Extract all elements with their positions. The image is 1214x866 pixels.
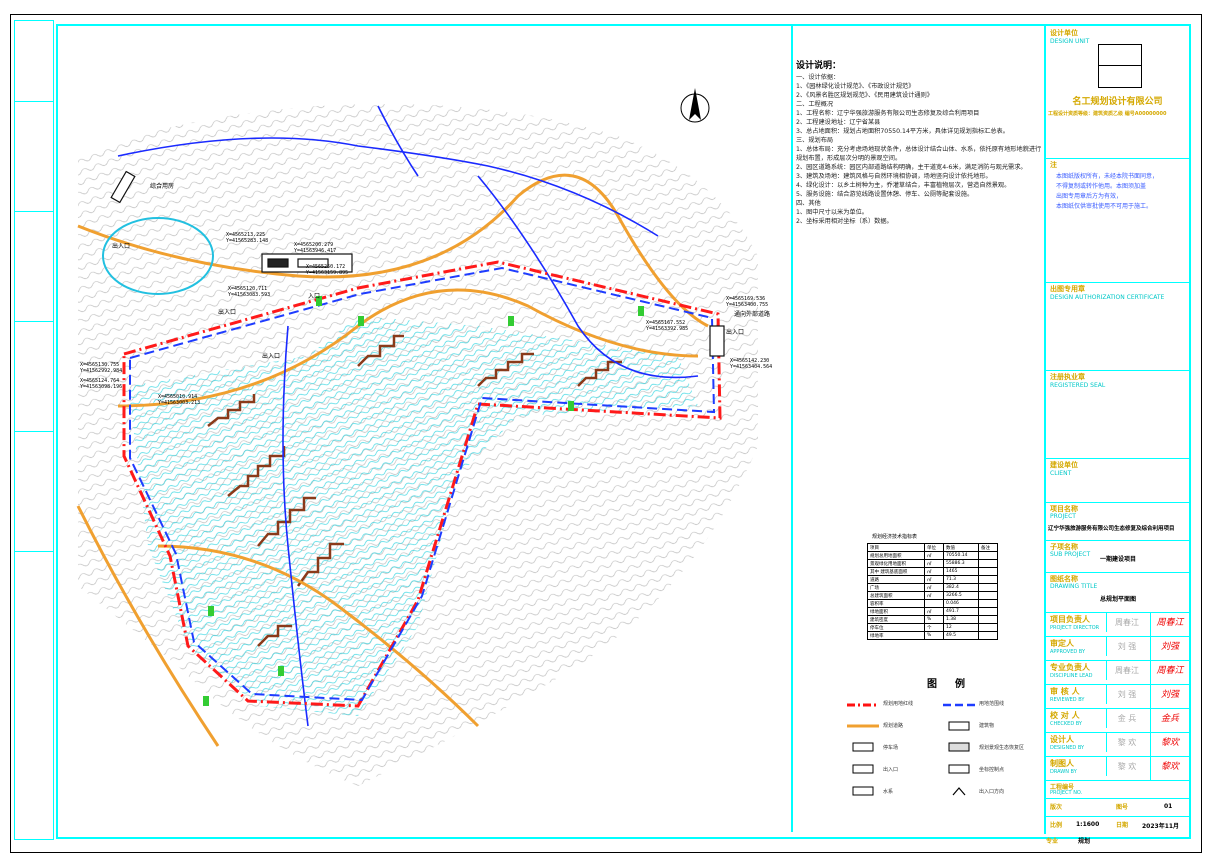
project-block: 项目名称 PROJECT 辽宁华强旅游服务有限公司生态修复及综合利用项目	[1046, 502, 1189, 541]
qualification: 工程设计资质等级：建筑资质乙级 编号A00000000	[1048, 111, 1167, 117]
svg-text:Y=41563404.564: Y=41563404.564	[730, 364, 772, 370]
company-logo	[1098, 44, 1142, 88]
table-row: 其中 建筑基底面积㎡ 1465	[867, 567, 998, 576]
notes-line: 1、《园林绿化设计规范》、《市政设计规范》	[796, 83, 915, 90]
svg-text:出入口: 出入口	[218, 308, 236, 316]
svg-text:Y=41563946.417: Y=41563946.417	[294, 248, 336, 254]
svg-text:Y=41563003.213: Y=41563003.213	[158, 400, 200, 406]
table-row: 总建筑面积㎡ 3266.5	[867, 591, 998, 600]
drawing-title: 总规划平面图	[1100, 596, 1137, 603]
table-row: 容积率 0.046	[867, 599, 998, 608]
stats-table: 项目 单位 数值 备注 规划总用地面积㎡ 70550.14 景观绿化用地面积㎡ 55886…	[867, 543, 998, 640]
legend-item: 坐标控制点	[979, 767, 1005, 773]
signature-row: 校 对 人 CHECKED BY 金 兵金兵	[1046, 708, 1189, 733]
signature-row: 审定人 APPROVED BY 刘 强刘强	[1046, 636, 1189, 661]
subproject-block: 子项名称 SUB PROJECT 一期建设项目	[1046, 540, 1189, 573]
svg-text:Y=41563159.895: Y=41563159.895	[306, 270, 348, 276]
legend-item: 规划用地红线	[883, 701, 914, 707]
signature-row: 制图人 DRAWN BY 黎 欢黎欢	[1046, 756, 1189, 781]
svg-text:通向外部道路: 通向外部道路	[734, 310, 770, 318]
svg-text:Y=41563392.985: Y=41563392.985	[646, 326, 688, 332]
signature-row: 审 核 人 REVIEWED BY 刘 强刘强	[1046, 684, 1189, 709]
sheet-number: 01	[1164, 803, 1173, 810]
svg-text:出入口: 出入口	[112, 242, 130, 250]
svg-text:Y=41565283.148: Y=41565283.148	[226, 238, 268, 244]
legend-title: 图例	[927, 679, 983, 690]
scale-date-row: 比例 1:1600 日期 2023年11月	[1050, 821, 1180, 830]
notes-line: 1、总体布局：充分考虑场地现状条件，总体设计结合山体、水系，依托原有地形地貌进行…	[796, 146, 1042, 162]
subproject-name: 一期建设项目	[1100, 556, 1137, 563]
notice-block: 注 本图纸版权所有，未经本院书面同意， 不得复制或转作他用。本图须加盖 出图专用…	[1046, 158, 1189, 283]
legend-item: 出入口方向	[979, 789, 1005, 795]
notes-line: 3、总占地面积：规划占地面积70550.14平方米，具体详见规划指标汇总表。	[796, 128, 1009, 135]
design-unit-block: 设计单位 DESIGN UNIT 名工规划设计有限公司 工程设计资质等级：建筑资…	[1046, 26, 1189, 159]
divider	[791, 26, 793, 832]
scale-sheet-row: 版次 图号 01	[1046, 798, 1189, 817]
legend-item: 规划景观生态恢复区	[979, 745, 1025, 751]
table-row: 绿地率% 49.5	[867, 631, 998, 640]
svg-text:综合用房: 综合用房	[150, 182, 174, 190]
notes-line: 2、坐标采用相对坐标（系）数据。	[796, 218, 893, 225]
legend-item: 规划道路	[883, 723, 904, 729]
stats-title: 规划经济技术指标表	[872, 534, 918, 540]
discipline-value: 规划	[1078, 838, 1091, 845]
svg-text:Y=41563083.593: Y=41563083.593	[228, 292, 270, 298]
notes-line: 1、工程名称：辽宁华强旅游服务有限公司生态修复及综合利用项目	[796, 110, 980, 117]
date-value: 2023年11月	[1142, 823, 1180, 830]
table-row: 绿地面积㎡ 491.7	[867, 607, 998, 616]
legend-symbols	[847, 703, 975, 796]
table-row: 建筑密度% 1.38	[867, 615, 998, 624]
svg-text:Y=41563098.196: Y=41563098.196	[80, 384, 122, 390]
design-notes: 设计说明： 一、设计依据： 1、《园林绿化设计规范》、《市政设计规范》 2、《风…	[796, 58, 1042, 226]
svg-text:Y=41562992.984: Y=41562992.984	[80, 368, 122, 374]
client-block: 建设单位 CLIENT	[1046, 458, 1189, 503]
registered-seal-block: 注册执业章 REGISTERED SEAL	[1046, 370, 1189, 459]
north-arrow-icon	[680, 88, 710, 123]
svg-text:出入口: 出入口	[262, 352, 280, 360]
svg-text:出入口: 出入口	[726, 328, 744, 336]
table-row: 规划总用地面积㎡ 70550.14	[867, 551, 998, 560]
legend-item: 出入口	[883, 767, 899, 773]
legend-item: 用地范围线	[979, 701, 1005, 707]
notes-line: 三、规划布局	[796, 137, 834, 144]
svg-text:Y=41563400.755: Y=41563400.755	[726, 302, 768, 308]
notes-line: 2、园区道路系统：园区内部道路结构明确，主干道宽4-6米，满足消防与观光需求。	[796, 164, 1027, 171]
signature-row: 项目负责人 PROJECT DIRECTOR 周春江 周春江	[1046, 612, 1189, 637]
notes-line: 3、建筑及场地：建筑风格与自然环境相协调，场地竖向设计依托地形。	[796, 173, 992, 180]
site-plan-map: X=4565213.225Y=41565283.148 X=4565200.27…	[76, 88, 772, 786]
svg-text:入口: 入口	[308, 293, 320, 300]
signature-row: 设计人 DESIGNED BY 黎 欢黎欢	[1046, 732, 1189, 757]
project-name: 辽宁华强旅游服务有限公司生态修复及综合利用项目	[1048, 526, 1175, 532]
table-header-row: 项目 单位 数值 备注	[867, 543, 998, 552]
notes-line: 四、其他	[796, 200, 821, 207]
discipline-label: 专业	[1046, 838, 1059, 845]
binding-strip	[14, 20, 54, 840]
table-row: 景观绿化用地面积㎡ 55886.3	[867, 559, 998, 568]
notes-line: 5、服务设施：结合游览线路设置休憩、停车、公厕等配套设施。	[796, 191, 974, 198]
notes-line: 4、绿化设计：以乡土树种为主，乔灌草结合，丰富植物层次，营造自然景观。	[796, 182, 1011, 189]
notes-line: 1、图中尺寸以米为单位。	[796, 209, 868, 216]
legend-item: 水系	[883, 789, 894, 795]
scale-value: 1:1600	[1076, 821, 1100, 828]
notes-title: 设计说明：	[796, 61, 842, 71]
approval-seal-block: 出图专用章 DESIGN AUTHORIZATION CERTIFICATE	[1046, 282, 1189, 371]
signature-row: 专业负责人 DISCIPLINE LEAD 周春江 周春江	[1046, 660, 1189, 685]
title-block: 设计单位 DESIGN UNIT 名工规划设计有限公司 工程设计资质等级：建筑资…	[1044, 26, 1189, 834]
table-row: 广场㎡ 382.4	[867, 583, 998, 592]
notes-line: 2、工程建设地址：辽宁省某县	[796, 119, 881, 126]
notes-line: 2、《风景名胜区规划规范》、《民用建筑设计通则》	[796, 92, 933, 99]
table-row: 停车位个 12	[867, 623, 998, 632]
legend-item: 停车场	[883, 745, 899, 751]
notes-line: 一、设计依据：	[796, 74, 840, 81]
project-number-row: 工程编号 PROJECT NO.	[1046, 780, 1189, 799]
notes-line: 二、工程概况	[796, 101, 834, 108]
table-row: 道路㎡ 71.3	[867, 575, 998, 584]
company-name: 名工规划设计有限公司	[1072, 97, 1163, 107]
legend-item: 建筑物	[979, 723, 995, 729]
drawing-title-block: 图纸名称 DRAWING TITLE 总规划平面图	[1046, 572, 1189, 613]
